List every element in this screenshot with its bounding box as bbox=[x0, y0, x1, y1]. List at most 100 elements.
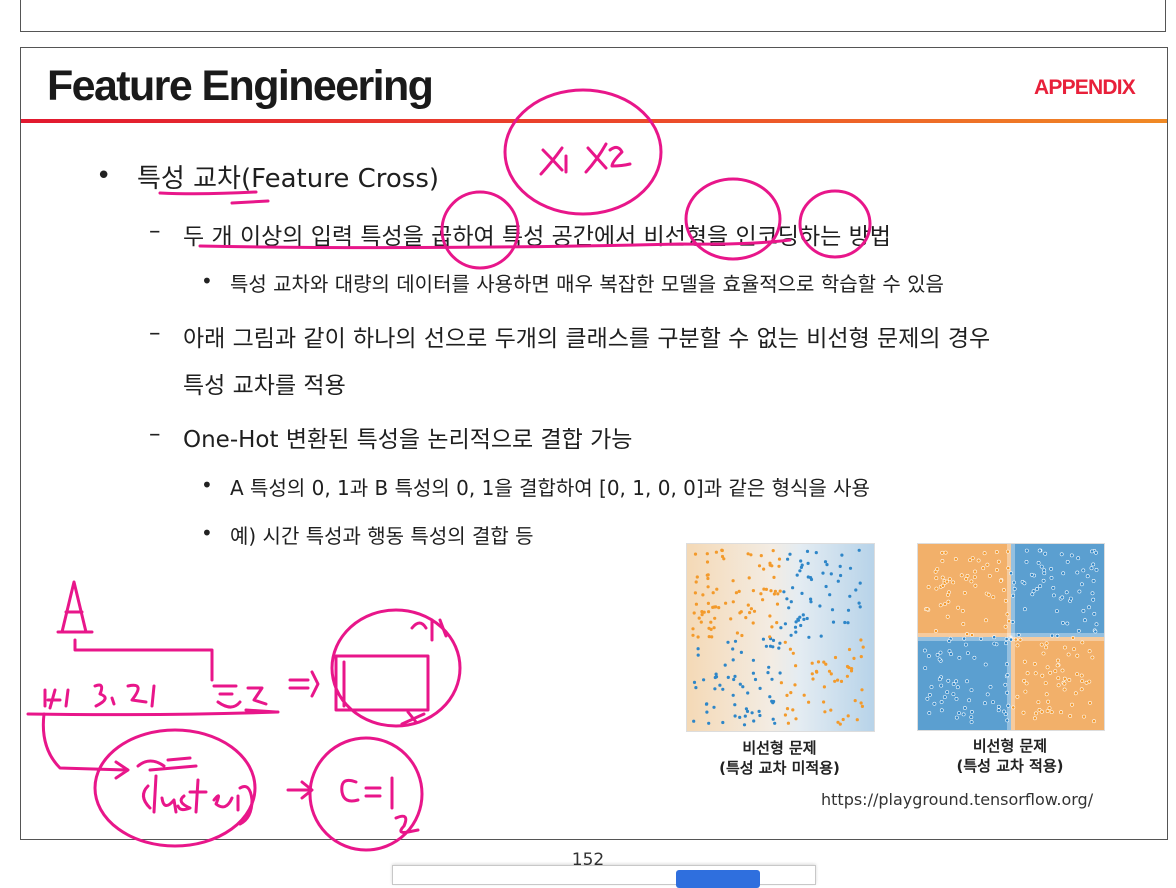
scatter-point bbox=[810, 672, 814, 676]
scatter-point bbox=[757, 709, 761, 713]
scatter-point bbox=[954, 679, 959, 684]
scatter-point bbox=[783, 640, 787, 644]
scatter-point bbox=[823, 560, 828, 564]
scatter-point bbox=[733, 674, 737, 678]
scatter-point bbox=[996, 559, 1001, 564]
scatter-point bbox=[843, 620, 847, 625]
scatter-point bbox=[799, 565, 803, 569]
scatter-point bbox=[743, 714, 747, 718]
scatter-point bbox=[841, 717, 845, 722]
scatter-point bbox=[720, 548, 724, 553]
scatter-point bbox=[1088, 700, 1092, 705]
scatter-point bbox=[695, 575, 699, 579]
scatter-point bbox=[692, 719, 696, 723]
scatter-point bbox=[758, 686, 762, 690]
scatter-point bbox=[1093, 550, 1098, 555]
scatter-point bbox=[714, 605, 718, 609]
scatter-point bbox=[759, 592, 763, 596]
scatter-point bbox=[855, 718, 859, 722]
scatter-point bbox=[960, 609, 965, 613]
scatter-point bbox=[778, 671, 782, 675]
scatter-point bbox=[829, 572, 833, 576]
scatter-point bbox=[1003, 598, 1008, 603]
scatter-point bbox=[1056, 683, 1061, 688]
scatter-point bbox=[946, 678, 951, 683]
scatter-point bbox=[1004, 637, 1009, 641]
scatter-point bbox=[711, 591, 715, 595]
scatter-point bbox=[945, 690, 950, 695]
toolbar-button[interactable] bbox=[676, 870, 760, 888]
source-url[interactable]: https://playground.tensorflow.org/ bbox=[821, 790, 1093, 809]
scatter-point bbox=[953, 557, 958, 561]
scatter-point bbox=[1033, 671, 1038, 676]
scatter-point bbox=[1056, 676, 1061, 681]
scatter-point bbox=[705, 573, 709, 577]
scatter-point bbox=[706, 585, 710, 589]
scatter-point bbox=[940, 575, 945, 580]
scatter-point bbox=[770, 677, 774, 681]
scatter-point bbox=[751, 671, 755, 675]
scatter-point bbox=[1023, 689, 1028, 694]
scatter-point bbox=[772, 699, 776, 704]
scatter-point bbox=[1044, 645, 1048, 650]
scatter-point bbox=[721, 720, 725, 725]
scatter-point bbox=[1065, 559, 1070, 564]
scatter-point bbox=[1025, 671, 1030, 676]
scatter-point bbox=[714, 550, 718, 554]
scatter-point bbox=[969, 720, 974, 724]
scatter-point bbox=[938, 603, 943, 608]
scatter-point bbox=[1042, 568, 1047, 573]
scatter-point bbox=[791, 651, 795, 655]
scatter-point bbox=[691, 627, 695, 631]
scatter-point bbox=[746, 691, 750, 695]
scatter-point bbox=[854, 588, 858, 592]
scatter-point bbox=[749, 607, 753, 611]
scatter-point bbox=[965, 679, 969, 684]
scatter-point bbox=[711, 605, 715, 609]
scatter-point bbox=[1035, 587, 1040, 591]
scatter-point bbox=[1043, 551, 1048, 556]
scatter-point bbox=[839, 573, 843, 578]
scatter-point bbox=[962, 636, 967, 641]
scatter-point bbox=[705, 552, 709, 556]
scatter-point bbox=[1076, 629, 1081, 633]
scatter-point bbox=[739, 650, 743, 654]
scatter-point bbox=[757, 564, 762, 568]
scatter-point bbox=[718, 683, 722, 687]
scatter-point bbox=[1005, 662, 1009, 667]
scatter-point bbox=[1090, 549, 1094, 554]
scatter-point bbox=[1051, 593, 1056, 598]
scatter-point bbox=[1092, 719, 1096, 724]
scatter-point bbox=[1075, 570, 1080, 575]
scatter-point bbox=[1033, 716, 1037, 721]
scatter-point bbox=[926, 654, 931, 658]
scatter-point bbox=[961, 712, 966, 717]
scatter-without-cross bbox=[687, 544, 874, 731]
scatter-point bbox=[806, 575, 810, 579]
scatter-point bbox=[733, 714, 737, 718]
scatter-point bbox=[848, 594, 852, 598]
scatter-point bbox=[1048, 670, 1053, 675]
scatter-point bbox=[775, 621, 779, 625]
scatter-point bbox=[1076, 556, 1081, 561]
scatter-point bbox=[1012, 587, 1017, 591]
scatter-point bbox=[1062, 645, 1067, 650]
scatter-point bbox=[1089, 566, 1094, 571]
scatter-point bbox=[735, 631, 739, 635]
scatter-point bbox=[1007, 619, 1011, 624]
scatter-point bbox=[1049, 566, 1054, 571]
scatter-point bbox=[1044, 692, 1049, 697]
scatter-point bbox=[767, 665, 771, 669]
scatter-point bbox=[799, 559, 803, 563]
scatter-point bbox=[935, 567, 940, 572]
scatter-point bbox=[947, 577, 952, 582]
scatter-point bbox=[959, 573, 964, 578]
scatter-point bbox=[1073, 691, 1078, 696]
scatter-point bbox=[1005, 612, 1010, 617]
scatter-point bbox=[785, 693, 789, 697]
scatter-point bbox=[999, 578, 1003, 583]
scatter-point bbox=[751, 589, 755, 593]
scatter-point bbox=[1092, 612, 1097, 616]
scatter-point bbox=[1082, 714, 1086, 719]
scatter-point bbox=[925, 607, 930, 612]
